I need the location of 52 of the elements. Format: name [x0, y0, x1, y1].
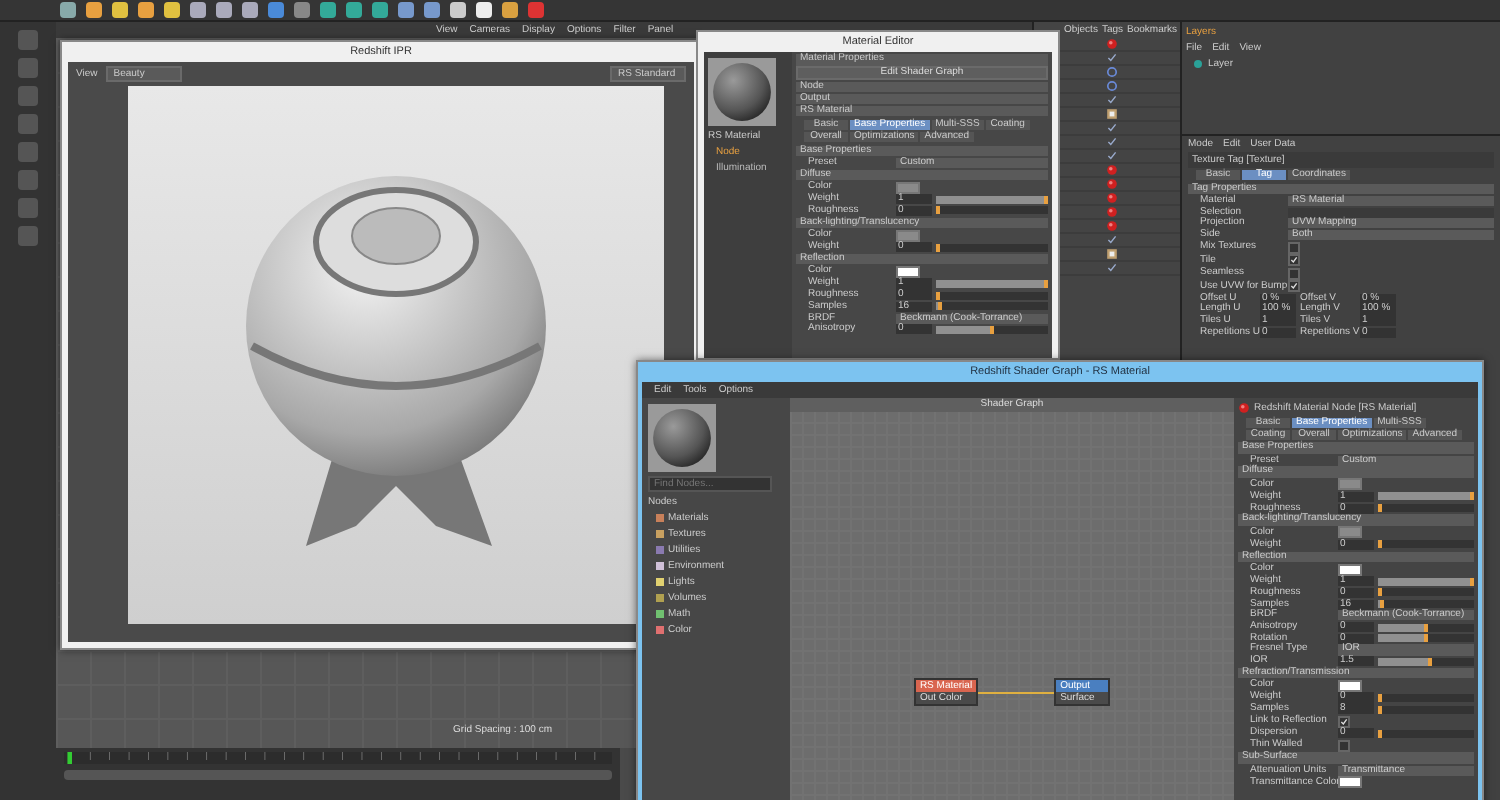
color-swatch[interactable] — [1338, 526, 1362, 539]
timeline-scrollbar[interactable] — [64, 770, 612, 780]
material-tag-icon[interactable] — [1106, 38, 1118, 50]
slider[interactable] — [1378, 540, 1474, 549]
slider[interactable] — [1378, 729, 1474, 738]
slider[interactable] — [936, 195, 1048, 204]
checkbox[interactable] — [1338, 739, 1350, 752]
slider[interactable] — [1378, 705, 1474, 714]
check-icon[interactable] — [1106, 234, 1118, 246]
color-swatch[interactable] — [1338, 679, 1362, 692]
timeline-ruler[interactable] — [64, 752, 612, 764]
material-tag-icon[interactable] — [1238, 402, 1250, 414]
slider[interactable] — [1378, 504, 1474, 513]
color-swatch[interactable] — [1338, 776, 1362, 789]
slider[interactable] — [1378, 577, 1474, 586]
slider[interactable] — [1378, 600, 1474, 609]
texture-tag-icon[interactable] — [1106, 108, 1118, 120]
slider-thumb[interactable] — [1428, 657, 1433, 666]
texture-tag-icon[interactable] — [1106, 248, 1118, 260]
color-swatch[interactable] — [1338, 478, 1362, 491]
check-icon[interactable] — [1106, 52, 1118, 64]
slider[interactable] — [1378, 634, 1474, 643]
input-field[interactable] — [1288, 207, 1494, 218]
slider[interactable] — [936, 243, 1048, 252]
slider[interactable] — [1378, 588, 1474, 597]
checkbox[interactable] — [1288, 280, 1300, 293]
color-swatch[interactable] — [896, 229, 920, 242]
checkbox[interactable] — [1288, 241, 1300, 254]
circle-icon[interactable] — [1106, 66, 1118, 78]
slider-thumb[interactable] — [1379, 600, 1384, 609]
slider[interactable] — [936, 291, 1048, 300]
check-icon[interactable] — [1106, 94, 1118, 106]
slider[interactable] — [1378, 693, 1474, 702]
slider-thumb[interactable] — [938, 302, 943, 311]
slider[interactable] — [1378, 492, 1474, 501]
slider-thumb[interactable] — [1378, 705, 1383, 714]
checkbox[interactable] — [1288, 267, 1300, 280]
color-swatch[interactable] — [896, 181, 920, 194]
check-icon[interactable] — [1106, 262, 1118, 274]
slider[interactable] — [1378, 623, 1474, 631]
material-preview-sphere — [708, 58, 776, 126]
slider[interactable] — [936, 206, 1048, 215]
slider[interactable] — [936, 325, 1048, 334]
slider[interactable] — [1378, 657, 1474, 666]
checkbox[interactable] — [1338, 715, 1350, 728]
slider[interactable] — [936, 302, 1048, 311]
material-preview-sphere — [648, 404, 716, 472]
color-swatch[interactable] — [1338, 563, 1362, 576]
color-swatch[interactable] — [896, 265, 920, 278]
circle-icon[interactable] — [1106, 80, 1118, 92]
checkbox[interactable] — [1288, 254, 1300, 267]
slider[interactable] — [936, 280, 1048, 289]
